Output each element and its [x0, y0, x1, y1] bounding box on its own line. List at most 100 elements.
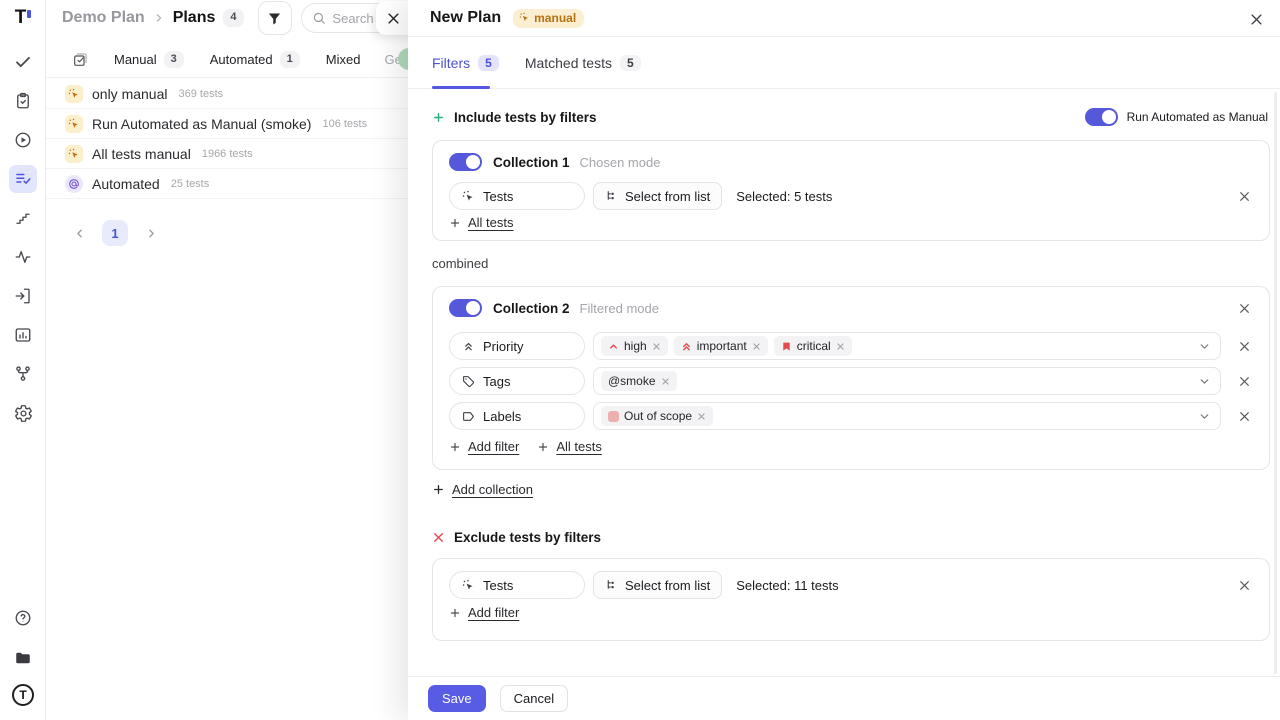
labels-filter-row: Labels Out of scope: [449, 402, 1253, 430]
sidebar-item-runs[interactable]: [9, 126, 37, 154]
tag-chip-smoke[interactable]: @smoke: [601, 371, 677, 391]
collection-1-name: Collection 1: [493, 155, 570, 170]
matched-count-badge: 5: [620, 55, 641, 71]
remove-filter-button[interactable]: [1235, 576, 1253, 594]
remove-chip-icon[interactable]: [697, 412, 706, 421]
manual-plan-icon: [65, 145, 83, 163]
chevrons-up-icon: [462, 340, 475, 353]
account-logo[interactable]: T: [12, 684, 34, 706]
tree-list-icon: [605, 579, 618, 592]
play-circle-icon: [14, 131, 32, 149]
add-filter-link[interactable]: Add filter: [449, 439, 519, 454]
exclude-section-header: Exclude tests by filters: [432, 527, 1268, 547]
chevron-down-icon: [1198, 410, 1211, 423]
priority-chip-critical[interactable]: critical: [774, 336, 852, 356]
remove-filter-button[interactable]: [1235, 407, 1253, 425]
sidebar-item-tests[interactable]: [9, 48, 37, 76]
labels-field[interactable]: Labels: [449, 402, 585, 430]
tags-filter-row: Tags @smoke: [449, 367, 1253, 395]
close-panel-button[interactable]: [1246, 9, 1266, 29]
bookmark-icon: [781, 341, 792, 352]
run-automated-toggle[interactable]: [1085, 108, 1118, 126]
remove-chip-icon[interactable]: [652, 342, 661, 351]
sidebar-item-import[interactable]: [9, 282, 37, 310]
collection-2-toggle[interactable]: [449, 299, 482, 317]
breadcrumb-parent[interactable]: Demo Plan: [62, 9, 145, 27]
chevron-up-icon: [608, 341, 619, 352]
projects-button[interactable]: [9, 644, 37, 672]
tests-field[interactable]: Tests: [449, 182, 585, 210]
all-tests-link[interactable]: All tests: [449, 215, 514, 230]
tags-values-select[interactable]: @smoke: [593, 367, 1221, 395]
priority-chip-high[interactable]: high: [601, 336, 668, 356]
plans-count-badge: 4: [223, 9, 243, 26]
labels-values-select[interactable]: Out of scope: [593, 402, 1221, 430]
sidebar-item-activity[interactable]: [9, 243, 37, 271]
manual-pointer-icon: [462, 190, 475, 203]
exclude-tests-row: Tests Select from list Selected: 11 test…: [449, 571, 1253, 599]
sidebar-item-analytics[interactable]: [9, 321, 37, 349]
remove-filter-button[interactable]: [1235, 187, 1253, 205]
x-red-icon: [432, 531, 445, 544]
add-collection-row: Add collection: [432, 482, 533, 497]
filter-button[interactable]: [258, 1, 292, 35]
sidebar-item-plans[interactable]: [9, 165, 37, 193]
remove-chip-icon[interactable]: [661, 377, 670, 386]
manual-pointer-icon: [519, 12, 530, 23]
automated-plan-icon: [65, 175, 83, 193]
remove-chip-icon[interactable]: [752, 342, 761, 351]
tab-mixed[interactable]: Mixed: [326, 52, 361, 67]
collection-2-name: Collection 2: [493, 301, 570, 316]
tags-field[interactable]: Tags: [449, 367, 585, 395]
app-logo[interactable]: T: [0, 6, 46, 30]
panel-scrollbar-track[interactable]: [1274, 92, 1277, 674]
select-all-icon[interactable]: [72, 52, 88, 68]
collection-1-toggle[interactable]: [449, 153, 482, 171]
remove-filter-button[interactable]: [1235, 372, 1253, 390]
folder-icon: [14, 649, 32, 667]
tab-manual[interactable]: Manual 3: [114, 51, 184, 68]
help-button[interactable]: [9, 604, 37, 632]
save-button[interactable]: Save: [428, 685, 486, 712]
clear-search-button[interactable]: [384, 9, 402, 27]
remove-filter-button[interactable]: [1235, 337, 1253, 355]
remove-chip-icon[interactable]: [836, 342, 845, 351]
selected-count: Selected: 11 tests: [736, 578, 838, 593]
panel-footer: Save Cancel: [408, 676, 1280, 720]
tab-automated[interactable]: Automated 1: [210, 51, 300, 68]
priority-chip-important[interactable]: important: [674, 336, 768, 356]
cancel-button[interactable]: Cancel: [500, 685, 568, 712]
tab-automated-count: 1: [280, 51, 300, 68]
select-from-list-button[interactable]: Select from list: [593, 182, 722, 210]
pulse-icon: [14, 248, 32, 266]
all-tests-link[interactable]: All tests: [537, 439, 602, 454]
priority-field[interactable]: Priority: [449, 332, 585, 360]
add-collection-link[interactable]: Add collection: [432, 482, 533, 497]
tests-field[interactable]: Tests: [449, 571, 585, 599]
sidebar-item-suites[interactable]: [9, 87, 37, 115]
add-filter-link[interactable]: Add filter: [449, 605, 519, 620]
git-fork-icon: [14, 365, 32, 383]
clipboard-check-icon: [14, 92, 32, 110]
active-tab-underline: [432, 86, 490, 89]
priority-values-select[interactable]: high important critical: [593, 332, 1221, 360]
select-from-list-button[interactable]: Select from list: [593, 571, 722, 599]
collection-1-card: Collection 1 Chosen mode Tests Select fr…: [432, 140, 1270, 241]
gear-icon: [14, 404, 33, 423]
prev-page-button[interactable]: [66, 220, 92, 246]
sidebar-item-milestones[interactable]: [9, 204, 37, 232]
next-page-button[interactable]: [138, 220, 164, 246]
label-chip-out-of-scope[interactable]: Out of scope: [601, 406, 713, 426]
page-number[interactable]: 1: [102, 220, 128, 246]
sidebar-item-branches[interactable]: [9, 360, 37, 388]
bar-chart-icon: [14, 326, 32, 344]
remove-collection-button[interactable]: [1235, 299, 1253, 317]
plus-icon: [449, 217, 461, 229]
help-circle-icon: [14, 609, 32, 627]
collection-2-card: Collection 2 Filtered mode Priority high: [432, 286, 1270, 470]
logo-tick: [27, 10, 31, 18]
tab-filters[interactable]: Filters 5: [432, 55, 499, 71]
chevron-right-icon: [153, 12, 165, 24]
tab-matched-tests[interactable]: Matched tests 5: [525, 55, 641, 71]
sidebar-item-settings[interactable]: [9, 399, 37, 427]
